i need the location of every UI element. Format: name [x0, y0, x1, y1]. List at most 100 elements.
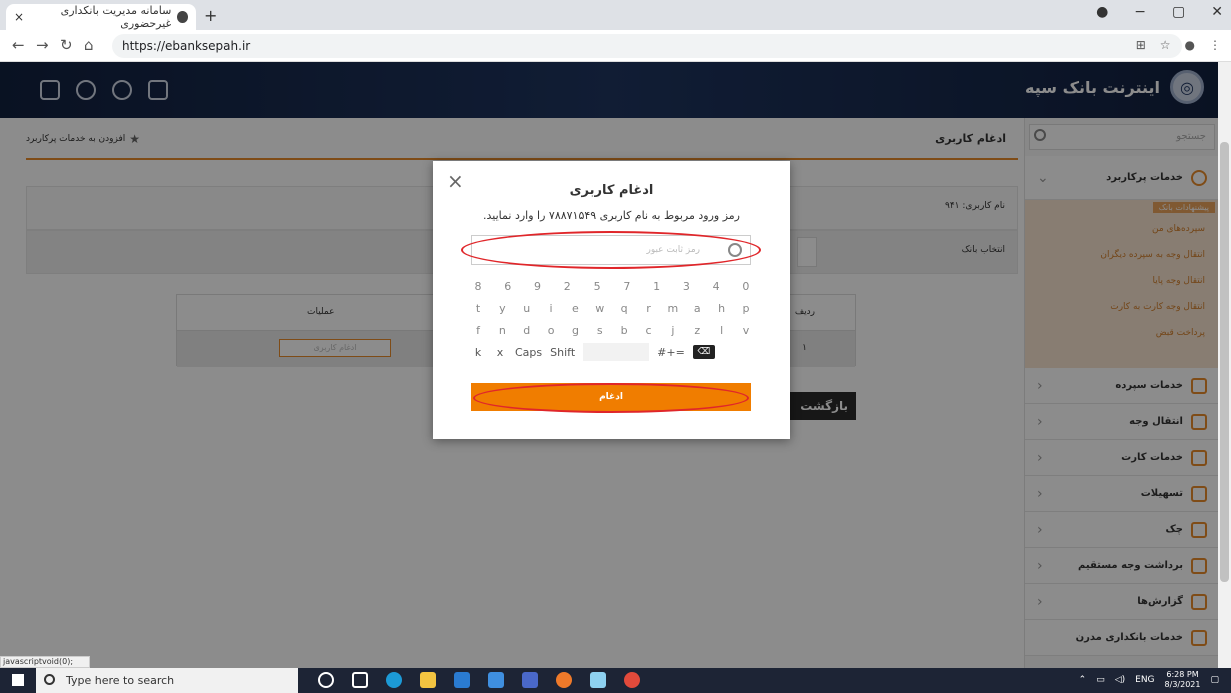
- app-icon[interactable]: [522, 672, 538, 688]
- keypad-row-controls: k x Caps Shift #+= ⌫: [471, 341, 753, 363]
- home-icon[interactable]: ⌂: [84, 36, 94, 54]
- browser-tab-bar: سامانه مدیریت بانکداری غیرحضوری × + ● − …: [0, 0, 1231, 30]
- bookmark-star-icon[interactable]: ☆: [1160, 38, 1171, 52]
- keypad-row-digits: 8 6 9 2 5 7 1 3 4 0: [471, 275, 753, 297]
- key-button[interactable]: z: [690, 324, 704, 337]
- browser-tab[interactable]: سامانه مدیریت بانکداری غیرحضوری ×: [6, 4, 196, 30]
- profile-icon[interactable]: ●: [1096, 4, 1108, 20]
- system-tray: ⌃ ▭ ◁) ENG 6:28 PM 8/3/2021 ▢: [1079, 670, 1219, 690]
- language-indicator[interactable]: ENG: [1135, 675, 1154, 685]
- chrome-icon[interactable]: [624, 672, 640, 688]
- key-button[interactable]: q: [617, 302, 631, 315]
- scrollbar-thumb[interactable]: [1220, 142, 1229, 582]
- windows-start-icon[interactable]: [12, 674, 24, 686]
- reload-icon[interactable]: ↻: [60, 36, 73, 54]
- highlight-ellipse-password: [461, 231, 761, 269]
- key-button[interactable]: h: [715, 302, 729, 315]
- tray-chevron-up-icon[interactable]: ⌃: [1079, 675, 1087, 685]
- key-button[interactable]: n: [495, 324, 509, 337]
- forward-arrow-icon[interactable]: →: [36, 36, 49, 54]
- key-button[interactable]: g: [568, 324, 582, 337]
- symbols-key-button[interactable]: #+=: [657, 346, 685, 359]
- key-button[interactable]: 2: [560, 280, 574, 293]
- key-button[interactable]: 8: [471, 280, 485, 293]
- taskbar-search-placeholder: Type here to search: [66, 674, 175, 687]
- paint-icon[interactable]: [590, 672, 606, 688]
- site-favicon-icon: [177, 11, 188, 23]
- key-button[interactable]: r: [642, 302, 656, 315]
- keypad-row-letters-2: f n d o g s b c j z l v: [471, 319, 753, 341]
- key-button[interactable]: 7: [620, 280, 634, 293]
- caps-key-button[interactable]: Caps: [515, 346, 542, 359]
- keypad-row-letters-1: t y u i e w q r m a h p: [471, 297, 753, 319]
- merge-user-dialog: × ادغام کاربری رمز ورود مربوط به نام کار…: [433, 161, 790, 439]
- url-field[interactable]: https://ebanksepah.ir: [112, 34, 1182, 58]
- window-controls: ● − ▢ ✕: [1096, 4, 1223, 20]
- tab-title: سامانه مدیریت بانکداری غیرحضوری: [60, 4, 172, 30]
- highlight-ellipse-submit: [473, 383, 749, 413]
- notification-icon[interactable]: ▢: [1210, 675, 1219, 685]
- edge-icon[interactable]: [386, 672, 402, 688]
- key-button[interactable]: d: [520, 324, 534, 337]
- dialog-title: ادغام کاربری: [569, 183, 654, 198]
- dialog-message: رمز ورود مربوط به نام کاربری ۷۸۸۷۱۵۴۹ را…: [483, 209, 740, 222]
- cortana-icon[interactable]: [318, 672, 334, 688]
- page-scrollbar[interactable]: [1218, 62, 1231, 668]
- close-window-button[interactable]: ✕: [1211, 4, 1223, 20]
- key-button[interactable]: 4: [709, 280, 723, 293]
- key-button[interactable]: 0: [739, 280, 753, 293]
- address-bar: ← → ↻ ⌂ https://ebanksepah.ir ⊞ ☆ ● ⋮: [0, 30, 1231, 62]
- key-button[interactable]: x: [493, 346, 507, 359]
- key-button[interactable]: a: [690, 302, 704, 315]
- store-icon[interactable]: [454, 672, 470, 688]
- key-button[interactable]: k: [471, 346, 485, 359]
- key-button[interactable]: v: [739, 324, 753, 337]
- menu-dots-icon[interactable]: ⋮: [1209, 38, 1221, 52]
- translate-icon[interactable]: ⊞: [1136, 38, 1146, 52]
- clock-date: 8/3/2021: [1164, 680, 1201, 689]
- account-icon[interactable]: ●: [1185, 38, 1195, 52]
- key-button[interactable]: f: [471, 324, 485, 337]
- shift-key-button[interactable]: Shift: [550, 346, 575, 359]
- file-explorer-icon[interactable]: [420, 672, 436, 688]
- key-button[interactable]: p: [739, 302, 753, 315]
- key-button[interactable]: 5: [590, 280, 604, 293]
- key-button[interactable]: e: [568, 302, 582, 315]
- tab-close-icon[interactable]: ×: [14, 10, 24, 24]
- space-key-button[interactable]: [583, 343, 650, 361]
- back-arrow-icon[interactable]: ←: [12, 36, 25, 54]
- backspace-icon[interactable]: ⌫: [692, 345, 715, 359]
- key-button[interactable]: m: [666, 302, 680, 315]
- browser-status-text: javascriptvoid(0);: [0, 656, 90, 668]
- minimize-button[interactable]: −: [1134, 4, 1146, 20]
- task-view-icon[interactable]: [352, 672, 368, 688]
- virtual-keypad: 8 6 9 2 5 7 1 3 4 0 t y u i e w q r m a …: [471, 275, 753, 363]
- key-button[interactable]: l: [715, 324, 729, 337]
- key-button[interactable]: s: [593, 324, 607, 337]
- key-button[interactable]: w: [593, 302, 607, 315]
- volume-icon[interactable]: ◁): [1115, 675, 1125, 685]
- windows-taskbar: Type here to search ⌃ ▭ ◁) ENG 6:28 PM 8…: [0, 668, 1231, 693]
- key-button[interactable]: u: [520, 302, 534, 315]
- maximize-button[interactable]: ▢: [1172, 4, 1185, 20]
- key-button[interactable]: 6: [501, 280, 515, 293]
- taskbar-apps: [318, 672, 640, 688]
- key-button[interactable]: c: [642, 324, 656, 337]
- address-bar-actions: ⊞ ☆ ● ⋮: [1136, 38, 1221, 52]
- key-button[interactable]: 1: [650, 280, 664, 293]
- key-button[interactable]: i: [544, 302, 558, 315]
- key-button[interactable]: 9: [531, 280, 545, 293]
- network-icon[interactable]: ▭: [1096, 675, 1105, 685]
- clock[interactable]: 6:28 PM 8/3/2021: [1165, 670, 1201, 690]
- mail-icon[interactable]: [488, 672, 504, 688]
- search-icon: [44, 674, 55, 685]
- key-button[interactable]: y: [495, 302, 509, 315]
- new-tab-button[interactable]: +: [204, 6, 217, 25]
- key-button[interactable]: j: [666, 324, 680, 337]
- key-button[interactable]: t: [471, 302, 485, 315]
- taskbar-search-input[interactable]: Type here to search: [36, 668, 298, 693]
- key-button[interactable]: o: [544, 324, 558, 337]
- key-button[interactable]: 3: [679, 280, 693, 293]
- firefox-icon[interactable]: [556, 672, 572, 688]
- key-button[interactable]: b: [617, 324, 631, 337]
